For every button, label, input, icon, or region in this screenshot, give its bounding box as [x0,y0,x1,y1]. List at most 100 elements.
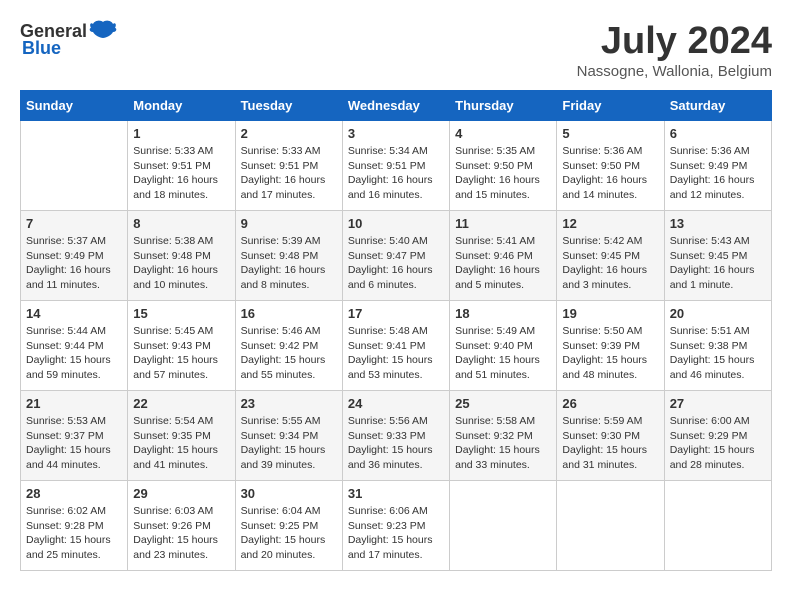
cell-week3-day1: 14Sunrise: 5:44 AM Sunset: 9:44 PM Dayli… [21,301,128,391]
header-saturday: Saturday [664,91,771,121]
page-header: General Blue July 2024 Nassogne, Walloni… [20,20,772,80]
cell-week4-day3: 23Sunrise: 5:55 AM Sunset: 9:34 PM Dayli… [235,391,342,481]
week-row-3: 14Sunrise: 5:44 AM Sunset: 9:44 PM Dayli… [21,301,772,391]
day-number: 3 [348,126,444,141]
day-number: 25 [455,396,551,411]
day-content: Sunrise: 5:43 AM Sunset: 9:45 PM Dayligh… [670,234,766,293]
day-number: 17 [348,306,444,321]
cell-week5-day1: 28 Sunrise: 6:02 AM Sunset: 9:28 PM Dayli… [21,481,128,571]
day-content: Sunrise: 5:54 AM Sunset: 9:35 PM Dayligh… [133,414,229,473]
calendar-table: SundayMondayTuesdayWednesdayThursdayFrid… [20,90,772,571]
day-content: Sunrise: 5:39 AM Sunset: 9:48 PM Dayligh… [241,234,337,293]
day-content: Sunrise: 5:35 AM Sunset: 9:50 PM Dayligh… [455,144,551,203]
title-section: July 2024 Nassogne, Wallonia, Belgium [577,20,772,80]
day-number: 11 [455,216,551,231]
cell-week4-day6: 26Sunrise: 5:59 AM Sunset: 9:30 PM Dayli… [557,391,664,481]
day-number: 9 [241,216,337,231]
cell-week2-day1: 7Sunrise: 5:37 AM Sunset: 9:49 PM Daylig… [21,211,128,301]
cell-week5-day2: 29 Sunrise: 6:03 AM Sunset: 9:26 PM Dayli… [128,481,235,571]
month-year-title: July 2024 [577,20,772,63]
day-number: 10 [348,216,444,231]
cell-week4-day1: 21Sunrise: 5:53 AM Sunset: 9:37 PM Dayli… [21,391,128,481]
day-number: 16 [241,306,337,321]
day-content: Sunrise: 5:40 AM Sunset: 9:47 PM Dayligh… [348,234,444,293]
logo-blue-text: Blue [22,38,61,59]
day-content: Sunrise: 5:37 AM Sunset: 9:49 PM Dayligh… [26,234,122,293]
cell-week5-day4: 31 Sunrise: 6:06 AM Sunset: 9:23 PM Dayli… [342,481,449,571]
day-number: 23 [241,396,337,411]
day-number: 6 [670,126,766,141]
day-content: Sunrise: 5:41 AM Sunset: 9:46 PM Dayligh… [455,234,551,293]
day-content: Sunrise: 5:46 AM Sunset: 9:42 PM Dayligh… [241,324,337,383]
day-number: 27 [670,396,766,411]
day-content: Sunrise: 5:36 AM Sunset: 9:49 PM Dayligh… [670,144,766,203]
calendar-header-row: SundayMondayTuesdayWednesdayThursdayFrid… [21,91,772,121]
day-number: 20 [670,306,766,321]
day-number: 13 [670,216,766,231]
cell-week2-day2: 8 Sunrise: 5:38 AM Sunset: 9:48 PM Daylig… [128,211,235,301]
cell-week4-day4: 24 Sunrise: 5:56 AM Sunset: 9:33 PM Dayli… [342,391,449,481]
cell-week3-day6: 19 Sunrise: 5:50 AM Sunset: 9:39 PM Dayli… [557,301,664,391]
cell-week3-day2: 15Sunrise: 5:45 AM Sunset: 9:43 PM Dayli… [128,301,235,391]
day-content: Sunrise: 5:53 AM Sunset: 9:37 PM Dayligh… [26,414,122,473]
week-row-2: 7Sunrise: 5:37 AM Sunset: 9:49 PM Daylig… [21,211,772,301]
cell-week3-day3: 16 Sunrise: 5:46 AM Sunset: 9:42 PM Dayli… [235,301,342,391]
day-number: 14 [26,306,122,321]
day-content: Sunrise: 5:56 AM Sunset: 9:33 PM Dayligh… [348,414,444,473]
cell-week3-day4: 17 Sunrise: 5:48 AM Sunset: 9:41 PM Dayli… [342,301,449,391]
cell-week1-day7: 6 Sunrise: 5:36 AM Sunset: 9:49 PM Daylig… [664,121,771,211]
cell-week4-day7: 27 Sunrise: 6:00 AM Sunset: 9:29 PM Dayli… [664,391,771,481]
day-number: 26 [562,396,658,411]
cell-week3-day7: 20 Sunrise: 5:51 AM Sunset: 9:38 PM Dayli… [664,301,771,391]
day-content: Sunrise: 5:38 AM Sunset: 9:48 PM Dayligh… [133,234,229,293]
cell-week2-day3: 9 Sunrise: 5:39 AM Sunset: 9:48 PM Daylig… [235,211,342,301]
day-content: Sunrise: 5:48 AM Sunset: 9:41 PM Dayligh… [348,324,444,383]
header-thursday: Thursday [450,91,557,121]
day-number: 19 [562,306,658,321]
week-row-5: 28 Sunrise: 6:02 AM Sunset: 9:28 PM Dayli… [21,481,772,571]
day-content: Sunrise: 5:51 AM Sunset: 9:38 PM Dayligh… [670,324,766,383]
logo-bird-icon [89,20,117,42]
header-monday: Monday [128,91,235,121]
cell-week2-day7: 13 Sunrise: 5:43 AM Sunset: 9:45 PM Dayli… [664,211,771,301]
day-number: 24 [348,396,444,411]
day-content: Sunrise: 5:58 AM Sunset: 9:32 PM Dayligh… [455,414,551,473]
cell-week5-day7 [664,481,771,571]
cell-week1-day5: 4 Sunrise: 5:35 AM Sunset: 9:50 PM Daylig… [450,121,557,211]
day-content: Sunrise: 6:03 AM Sunset: 9:26 PM Dayligh… [133,504,229,563]
location-subtitle: Nassogne, Wallonia, Belgium [577,63,772,80]
header-sunday: Sunday [21,91,128,121]
day-content: Sunrise: 6:02 AM Sunset: 9:28 PM Dayligh… [26,504,122,563]
day-number: 1 [133,126,229,141]
header-wednesday: Wednesday [342,91,449,121]
cell-week3-day5: 18Sunrise: 5:49 AM Sunset: 9:40 PM Dayli… [450,301,557,391]
day-content: Sunrise: 6:04 AM Sunset: 9:25 PM Dayligh… [241,504,337,563]
header-friday: Friday [557,91,664,121]
day-content: Sunrise: 5:33 AM Sunset: 9:51 PM Dayligh… [241,144,337,203]
day-content: Sunrise: 5:45 AM Sunset: 9:43 PM Dayligh… [133,324,229,383]
cell-week1-day4: 3 Sunrise: 5:34 AM Sunset: 9:51 PM Daylig… [342,121,449,211]
day-number: 4 [455,126,551,141]
day-content: Sunrise: 5:42 AM Sunset: 9:45 PM Dayligh… [562,234,658,293]
day-number: 8 [133,216,229,231]
day-number: 18 [455,306,551,321]
week-row-1: 1 Sunrise: 5:33 AM Sunset: 9:51 PM Daylig… [21,121,772,211]
day-content: Sunrise: 5:50 AM Sunset: 9:39 PM Dayligh… [562,324,658,383]
day-number: 22 [133,396,229,411]
day-number: 12 [562,216,658,231]
day-content: Sunrise: 6:00 AM Sunset: 9:29 PM Dayligh… [670,414,766,473]
day-number: 28 [26,486,122,501]
day-content: Sunrise: 5:36 AM Sunset: 9:50 PM Dayligh… [562,144,658,203]
week-row-4: 21Sunrise: 5:53 AM Sunset: 9:37 PM Dayli… [21,391,772,481]
day-number: 5 [562,126,658,141]
day-number: 29 [133,486,229,501]
day-number: 30 [241,486,337,501]
cell-week1-day2: 1 Sunrise: 5:33 AM Sunset: 9:51 PM Daylig… [128,121,235,211]
day-content: Sunrise: 5:33 AM Sunset: 9:51 PM Dayligh… [133,144,229,203]
day-content: Sunrise: 5:34 AM Sunset: 9:51 PM Dayligh… [348,144,444,203]
day-content: Sunrise: 6:06 AM Sunset: 9:23 PM Dayligh… [348,504,444,563]
day-number: 31 [348,486,444,501]
cell-week5-day3: 30 Sunrise: 6:04 AM Sunset: 9:25 PM Dayli… [235,481,342,571]
cell-week1-day3: 2 Sunrise: 5:33 AM Sunset: 9:51 PM Daylig… [235,121,342,211]
day-number: 2 [241,126,337,141]
